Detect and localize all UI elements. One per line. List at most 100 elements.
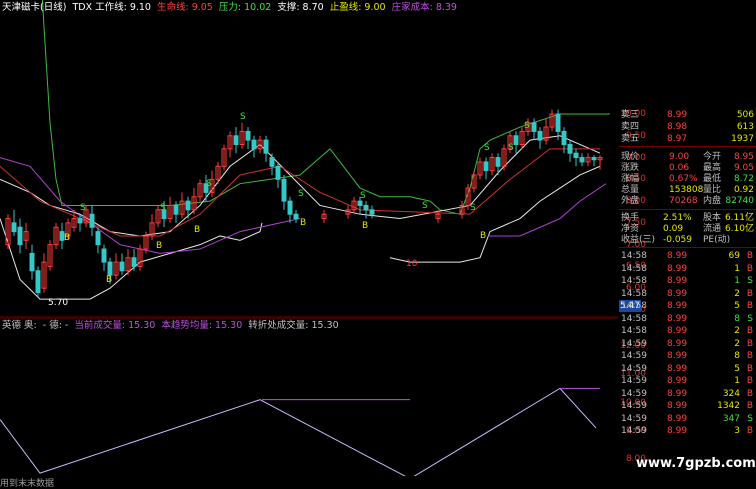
trend-volume-value: 15.30 (215, 320, 243, 331)
candle-down (567, 143, 573, 154)
candle-down (275, 165, 281, 180)
pressure-value: 10.02 (244, 2, 272, 13)
tick-time: 14:58 (621, 263, 647, 274)
candle-down (11, 222, 17, 233)
candle-down (561, 130, 567, 145)
tick-price: 8.99 (667, 338, 688, 349)
candle-down (95, 231, 101, 246)
tick-price: 8.99 (667, 276, 688, 286)
order-book-row: 卖五 8.97 1937 (619, 134, 756, 145)
tick-time: 14:58 (621, 288, 647, 299)
sell-mark: S (484, 143, 490, 153)
order-volume: 1937 (731, 134, 754, 144)
candle-down (29, 252, 35, 272)
stat-label: 总量 (621, 185, 640, 195)
tick-price: 8.99 (667, 251, 688, 261)
candle-down (513, 135, 519, 145)
stat-value: 0.09 (663, 224, 684, 234)
tick-direction: B (746, 251, 753, 261)
tick-row: 14:58 8.99 2 B (619, 288, 756, 301)
sell-mark: S (470, 203, 476, 213)
turn-volume-label: 转折处成交量: (248, 320, 309, 331)
tick-row: 14:59 8.99 347 S (619, 413, 756, 426)
tick-row: 14:58 8.99 1 S (619, 275, 756, 288)
candle-down (251, 139, 257, 150)
tick-time: 14:59 (621, 376, 647, 386)
tick-price: 8.99 (667, 413, 688, 424)
stat-label: 换手 (621, 213, 640, 223)
tick-volume: 3 (734, 426, 740, 436)
order-volume: 506 (736, 110, 754, 120)
tick-volume: 8 (734, 351, 740, 361)
tick-price: 8.99 (667, 313, 688, 324)
candle-down (35, 270, 41, 294)
sell-mark: S (160, 203, 166, 213)
order-level-label: 卖五 (621, 134, 640, 144)
main-candlestick-chart[interactable]: S S S S S S S S S S S B B B B B B B 5.70 10 (0, 0, 618, 318)
dealer-cost-line-right (488, 183, 607, 237)
candle-down (107, 261, 113, 276)
tick-time: 14:58 (621, 313, 647, 324)
order-level-label: 卖三 (621, 110, 640, 120)
sell-mark: S (240, 112, 246, 122)
work-line-value: 9.10 (129, 2, 151, 13)
order-price: 8.98 (667, 122, 688, 132)
order-level-label: 卖四 (621, 122, 640, 132)
stat-value: 82740 (725, 196, 754, 206)
buy-mark: B (480, 231, 486, 241)
buy-mark: B (194, 225, 200, 235)
stat-label: 今开 (703, 152, 722, 162)
tick-direction: S (747, 413, 753, 424)
tick-direction: B (746, 426, 753, 436)
tick-time: 14:59 (621, 363, 647, 374)
tick-row: 14:58 8.99 69 B (619, 250, 756, 263)
candle-down (119, 261, 125, 272)
sell-mark: S (422, 201, 428, 211)
candle-down (77, 218, 83, 224)
stop-line-value: 9.00 (364, 2, 386, 13)
indicator-name: TDX 工作线: (72, 2, 127, 13)
order-book-row: 卖三 8.99 506 (619, 110, 756, 121)
stat-value: 9.05 (733, 163, 754, 173)
tick-volume: 2 (734, 338, 740, 349)
sell-mark: S (206, 179, 212, 189)
sell-mark: S (508, 143, 514, 153)
tick-time: 14:59 (621, 338, 647, 349)
pressure-line (42, 0, 610, 215)
quote-stat-row: 总量 153808 量比 0.92 (619, 185, 756, 196)
tick-direction: B (746, 363, 753, 374)
footer-label: 用到末末数据 (0, 479, 55, 489)
candle-down (573, 152, 579, 159)
tick-direction: B (746, 388, 753, 399)
panel-divider (619, 146, 756, 147)
candle-down (101, 248, 107, 263)
sell-mark: S (524, 121, 530, 131)
quote-panel: 卖三 8.99 506 卖四 8.98 613 卖五 8.97 1937 现价 9.00 今开 8.9… (619, 106, 756, 476)
stat-value: 0.67% (669, 174, 698, 184)
candle-down (591, 157, 597, 161)
tick-direction: B (746, 401, 753, 411)
tick-price: 8.99 (667, 326, 688, 336)
tick-direction: B (746, 263, 753, 274)
stat-label: 净资 (621, 224, 640, 234)
candle-down (483, 161, 489, 172)
quote-stat-row: 外盘 70268 内盘 82740 (619, 196, 756, 207)
trend-volume-label: 本趋势均量: (161, 320, 213, 331)
tick-row: 14:58 8.99 1 B (619, 263, 756, 276)
buy-mark: B (156, 241, 162, 251)
stat-label: 现价 (621, 152, 640, 162)
tick-volume: 1 (734, 276, 740, 286)
candle-down (495, 157, 501, 167)
tick-direction: B (746, 301, 753, 311)
tick-volume: 69 (728, 251, 740, 261)
quote-stat-row: 现价 9.00 今开 8.95 (619, 152, 756, 163)
sub-indicator-name: 英德 奥: (2, 320, 37, 331)
life-line-label: 生命线: (157, 2, 189, 13)
dealer-cost-value: 8.39 (435, 2, 457, 13)
candle-down (287, 200, 293, 215)
candle-down (89, 213, 95, 228)
candle-down (369, 209, 375, 215)
sub-indicator-chart[interactable] (0, 318, 618, 476)
stat-label: 外盘 (621, 196, 640, 206)
order-volume: 613 (736, 122, 754, 132)
